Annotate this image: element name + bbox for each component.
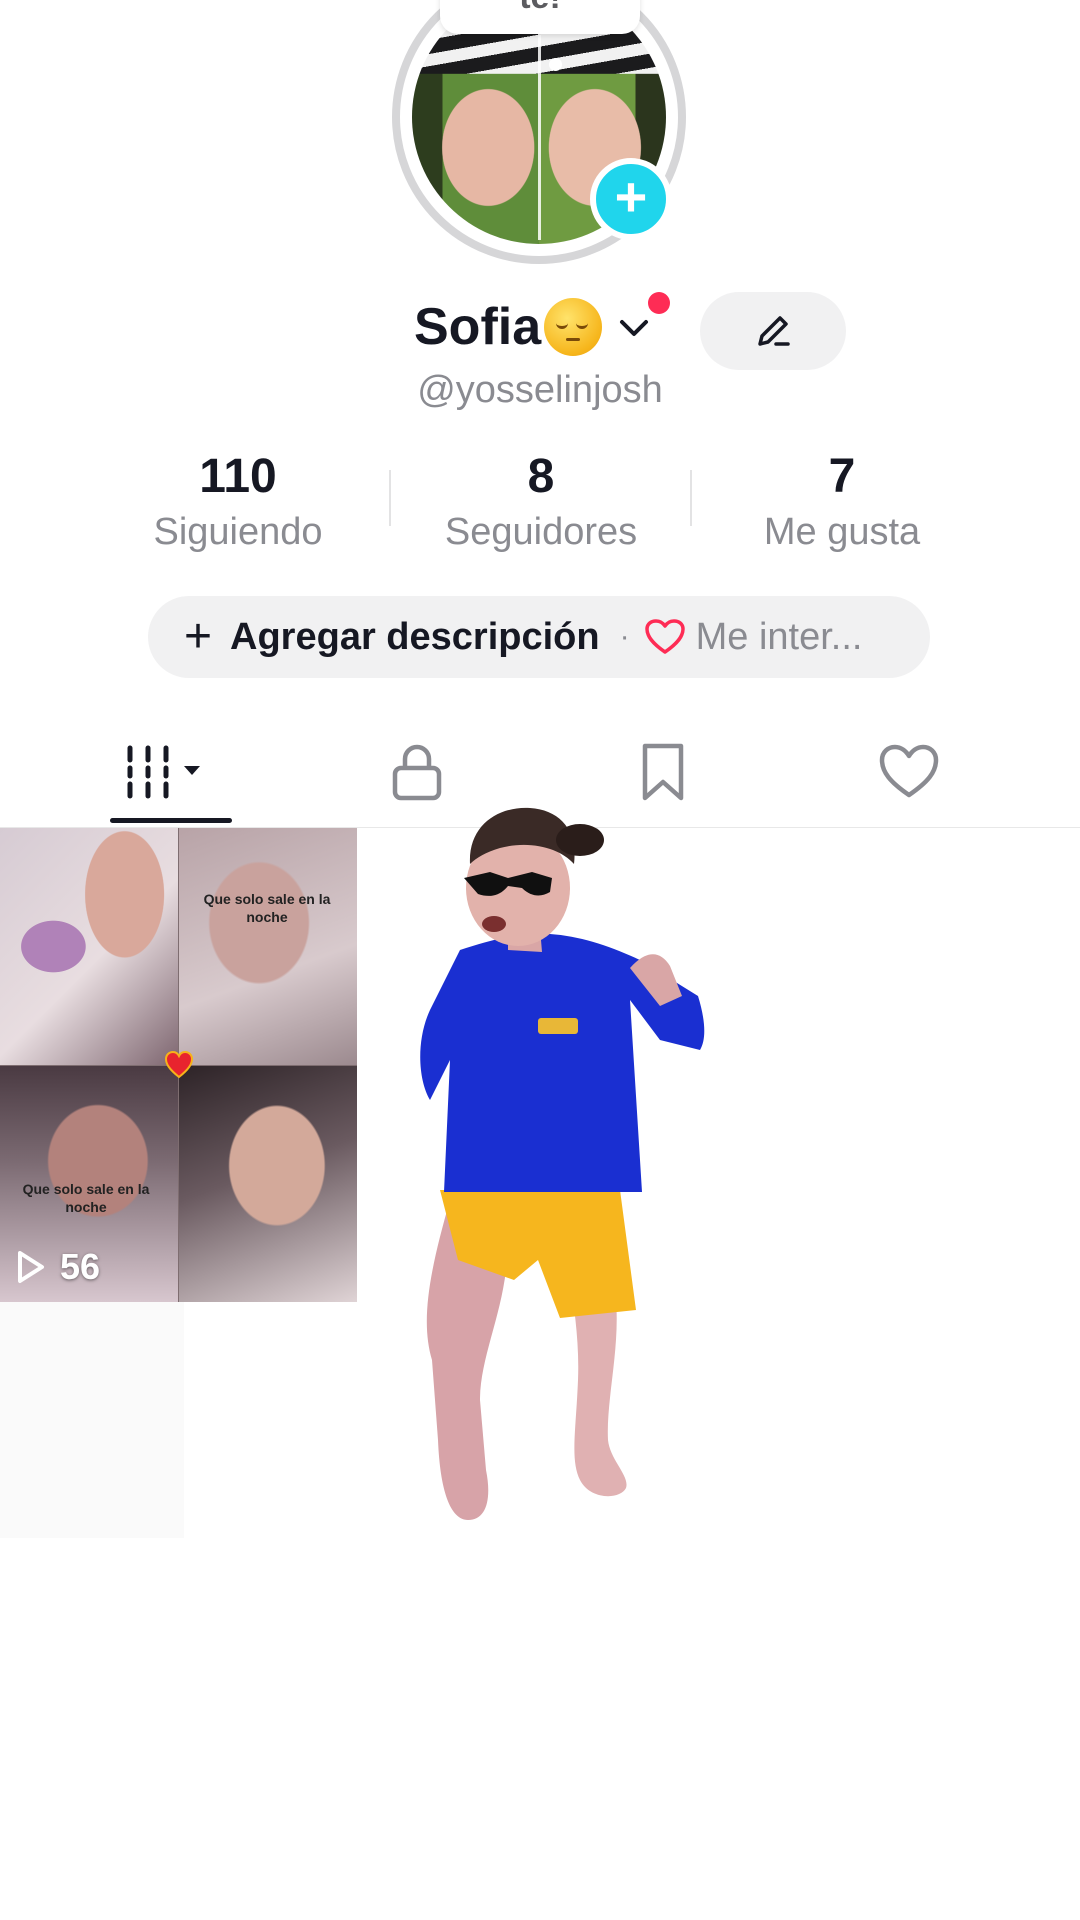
chevron-down-icon[interactable] bbox=[616, 310, 652, 346]
tab-private[interactable] bbox=[337, 736, 497, 808]
avatar-dot bbox=[549, 58, 562, 71]
add-description-label[interactable]: Agregar descripción bbox=[230, 616, 600, 659]
add-story-button[interactable]: + bbox=[590, 158, 672, 240]
notification-dot bbox=[648, 292, 670, 314]
plus-icon: + bbox=[614, 165, 648, 228]
collage-photo: Que solo sale en la noche bbox=[179, 828, 357, 1065]
videos-grid-icon bbox=[127, 745, 200, 799]
heart-outline-icon bbox=[644, 618, 686, 656]
stat-likes-label: Me gusta bbox=[763, 511, 921, 553]
view-count: 56 bbox=[16, 1246, 100, 1288]
tab-saved[interactable] bbox=[583, 736, 743, 808]
video-overlay-text: Que solo sale en la noche bbox=[22, 1181, 150, 1215]
active-tab-indicator bbox=[110, 818, 232, 823]
heart-sticker-icon bbox=[164, 1050, 194, 1079]
video-overlay-text: Que solo sale en la noche bbox=[203, 891, 331, 925]
stat-following[interactable]: 110 Siguiendo bbox=[88, 448, 388, 556]
heart-icon bbox=[879, 744, 939, 798]
bookmark-icon bbox=[642, 743, 684, 801]
video-thumbnail[interactable]: Que solo sale en la noche Que solo sale … bbox=[0, 828, 357, 1302]
view-count-value: 56 bbox=[60, 1246, 101, 1287]
username: @yosselinjosh bbox=[417, 369, 663, 411]
stat-likes[interactable]: 7 Me gusta bbox=[692, 448, 992, 556]
name-row: Sofia bbox=[0, 292, 1080, 370]
interests-label[interactable]: Me inter... bbox=[696, 616, 863, 659]
note-bubble[interactable]: te! bbox=[440, 0, 640, 34]
edit-profile-button[interactable] bbox=[700, 292, 846, 370]
stat-following-label: Siguiendo bbox=[153, 511, 323, 553]
stat-likes-value: 7 bbox=[828, 450, 856, 503]
separator: · bbox=[619, 620, 630, 653]
add-description-pill[interactable]: + Agregar descripción · Me inter... bbox=[148, 596, 930, 678]
pencil-icon bbox=[758, 316, 790, 346]
display-name[interactable]: Sofia bbox=[414, 292, 541, 362]
dancing-child-sticker bbox=[420, 807, 705, 1520]
collage-photo bbox=[0, 828, 178, 1065]
avatar-split-line bbox=[538, 20, 541, 240]
collage-photo bbox=[179, 1066, 357, 1302]
plus-icon: + bbox=[184, 610, 213, 663]
tab-videos[interactable] bbox=[92, 736, 252, 808]
tab-liked[interactable] bbox=[829, 736, 989, 808]
pensive-face-icon bbox=[544, 298, 602, 356]
stat-followers-label: Seguidores bbox=[444, 511, 638, 553]
stat-following-value: 110 bbox=[199, 450, 277, 503]
play-icon bbox=[18, 1251, 44, 1283]
lock-icon bbox=[392, 744, 442, 801]
stat-followers-value: 8 bbox=[527, 450, 555, 503]
stat-followers[interactable]: 8 Seguidores bbox=[391, 448, 691, 556]
empty-grid-cell bbox=[0, 1302, 184, 1538]
